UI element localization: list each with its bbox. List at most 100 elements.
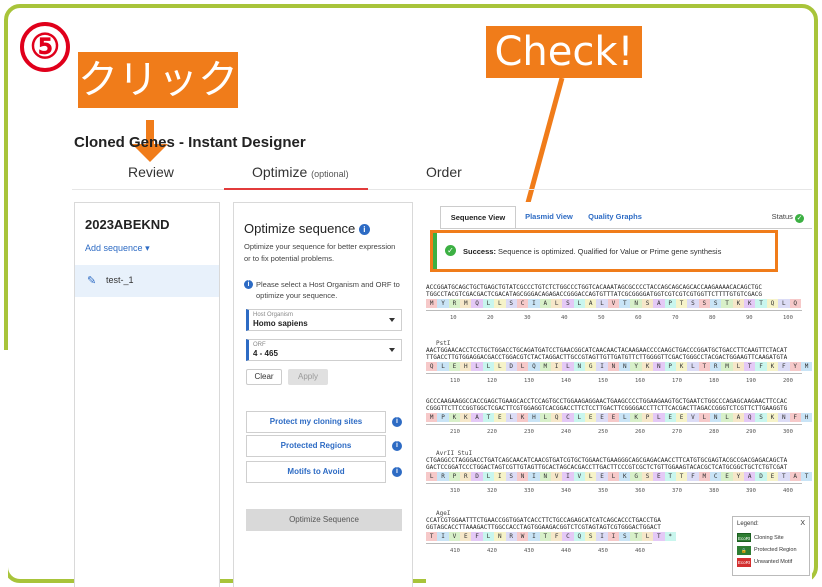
- position-tick: 230: [524, 429, 534, 435]
- amino-acid: S: [585, 532, 597, 541]
- amino-acid: I: [528, 532, 540, 541]
- amino-acid: R: [505, 532, 517, 541]
- amino-acid: L: [494, 299, 506, 308]
- optimize-description: Optimize your sequence for better expres…: [244, 242, 396, 263]
- legend-close-icon[interactable]: X: [800, 520, 805, 527]
- sequence-row: AvrII StuI CTGAGGCCTAGGGACCTGATCAGCAACATC…: [426, 450, 812, 497]
- amino-acid: G: [585, 362, 597, 371]
- amino-acid: Y: [630, 362, 642, 371]
- amino-acid: E: [766, 472, 779, 481]
- dna-top-strand: GCCCAAGAAGGCCACCGAGCTGAAGCACCTCCAGTGCCTG…: [426, 398, 788, 405]
- amino-acid: I: [550, 362, 563, 371]
- amino-acid: K: [744, 299, 756, 308]
- amino-acid: L: [516, 362, 529, 371]
- amino-acid: M: [426, 413, 438, 422]
- amino-acid: E: [596, 413, 608, 422]
- orf-select[interactable]: ORF 4 - 465: [246, 339, 402, 361]
- tab-review[interactable]: Review: [128, 164, 174, 180]
- tabs-divider: [72, 189, 812, 190]
- amino-acid: T: [675, 299, 688, 308]
- amino-acid: K: [675, 362, 688, 371]
- tab-sequence-view[interactable]: Sequence View: [440, 206, 516, 228]
- position-tick: 50: [598, 315, 605, 321]
- position-tick: 140: [561, 378, 571, 384]
- success-text: Sequence is optimized. Qualified for Val…: [498, 247, 722, 256]
- tab-plasmid-view[interactable]: Plasmid View: [518, 206, 580, 228]
- lock-icon: 🔒: [737, 546, 751, 555]
- apply-button[interactable]: Apply: [288, 369, 328, 385]
- sequence-row: PstI AACTGGAACACCTCCTGCTGGACCTGCAGATGATCC…: [426, 340, 812, 387]
- dna-bottom-strand: TTGACCTTGTGGAGGACGACCTGGACGTCTACTAGGACTT…: [426, 354, 788, 361]
- optimize-sequence-button[interactable]: Optimize Sequence: [246, 509, 402, 531]
- amino-acid: S: [698, 299, 710, 308]
- info-icon[interactable]: i: [392, 467, 402, 477]
- info-icon[interactable]: i: [392, 441, 402, 451]
- protected-regions-button[interactable]: Protected Regions: [246, 435, 386, 457]
- amino-acid: C: [562, 532, 574, 541]
- amino-acid: S: [505, 472, 517, 481]
- amino-acid: L: [585, 472, 597, 481]
- amino-acid: M: [698, 472, 710, 481]
- tab-quality-graphs[interactable]: Quality Graphs: [580, 206, 650, 228]
- amino-acid: P: [664, 299, 676, 308]
- host-organism-value: Homo sapiens: [253, 319, 308, 328]
- host-organism-select[interactable]: Host Organism Homo sapiens: [246, 309, 402, 331]
- amino-acid: V: [448, 532, 461, 541]
- position-tick: 320: [487, 488, 497, 494]
- position-tick: 460: [635, 548, 645, 554]
- amino-acid: N: [607, 362, 620, 371]
- amino-acid: K: [516, 413, 529, 422]
- tab-optimize-label: Optimize: [252, 164, 308, 180]
- amino-acid: N: [630, 299, 642, 308]
- amino-acid: L: [573, 413, 586, 422]
- amino-acid: R: [460, 472, 472, 481]
- sidebar-item-sequence[interactable]: ✎ test-_1: [75, 265, 219, 297]
- amino-acid: T: [539, 532, 551, 541]
- amino-acid: A: [744, 472, 756, 481]
- step-tabs: Review Optimize (optional) Order: [72, 158, 812, 190]
- orf-value: 4 - 465: [253, 349, 278, 358]
- position-tick: 90: [746, 315, 753, 321]
- position-tick: 70: [672, 315, 679, 321]
- amino-acid: T: [630, 532, 642, 541]
- tab-order-label: Order: [426, 164, 462, 180]
- amino-acid: T: [698, 362, 710, 371]
- amino-acid: K: [619, 472, 631, 481]
- amino-acid: I: [528, 472, 540, 481]
- amino-acid: S: [687, 299, 699, 308]
- amino-acid-track: MYRMQLLSCIALSLALVTNSAPTSSSTKKTQLQ: [426, 299, 801, 308]
- position-tick: 340: [561, 488, 571, 494]
- tab-order[interactable]: Order: [426, 164, 462, 180]
- amino-acid: N: [778, 413, 790, 422]
- info-icon[interactable]: i: [392, 417, 402, 427]
- amino-acid: T: [721, 299, 733, 308]
- active-tab-indicator: [224, 188, 368, 190]
- protect-cloning-sites-button[interactable]: Protect my cloning sites: [246, 411, 386, 433]
- sequence-row: ACCGGATGCAGCTGCTGAGCTGTATCGCCCTGTCTCTGGC…: [426, 284, 812, 324]
- add-sequence-dropdown[interactable]: Add sequence ▾: [85, 243, 150, 254]
- position-tick: 220: [487, 429, 497, 435]
- amino-acid: Q: [426, 362, 438, 371]
- amino-acid: V: [607, 299, 620, 308]
- tab-optimize[interactable]: Optimize (optional): [252, 164, 349, 180]
- amino-acid: L: [721, 413, 733, 422]
- amino-acid: L: [437, 362, 449, 371]
- amino-acid: T: [619, 299, 631, 308]
- amino-acid: T: [778, 472, 790, 481]
- motifs-to-avoid-button[interactable]: Motifs to Avoid: [246, 461, 386, 483]
- info-icon[interactable]: i: [358, 224, 370, 235]
- position-tick: 190: [746, 378, 756, 384]
- position-tick: 400: [783, 488, 793, 494]
- amino-acid: S: [619, 532, 631, 541]
- host-organism-label: Host Organism: [253, 312, 294, 318]
- status-indicator: Status ✓: [772, 212, 804, 223]
- tab-review-label: Review: [128, 164, 174, 180]
- project-name: 2023ABEKND: [85, 217, 170, 232]
- amino-acid: E: [653, 472, 665, 481]
- clear-button[interactable]: Clear: [246, 369, 282, 385]
- position-tick: 160: [635, 378, 645, 384]
- amino-acid: L: [607, 472, 620, 481]
- position-tick: 240: [561, 429, 571, 435]
- amino-acid: I: [596, 362, 608, 371]
- amino-acid: Q: [789, 299, 801, 308]
